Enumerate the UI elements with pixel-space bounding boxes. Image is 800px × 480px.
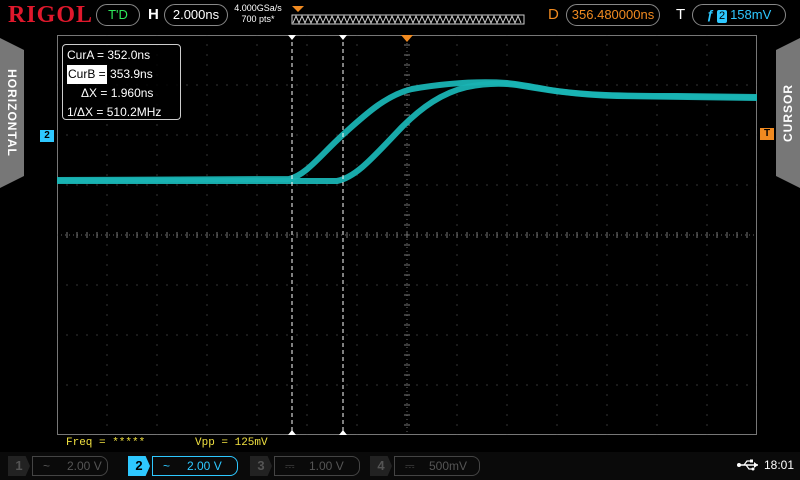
cursor-tab-label: CURSOR bbox=[781, 83, 795, 143]
cursor-row-delta: ΔX = 1.960ns bbox=[67, 84, 176, 103]
cursor-b-bottom-arrow bbox=[339, 430, 347, 435]
top-status-bar: RIGOL T'D H 2.000ns 4.000GSa/s 700 pts* … bbox=[0, 0, 800, 32]
channel-2-settings: ~2.00 V bbox=[152, 456, 238, 476]
cursor-a-bottom-arrow bbox=[288, 430, 296, 435]
ac-coupling-icon: ~ bbox=[43, 459, 51, 473]
delay-readout[interactable]: 356.480000ns bbox=[566, 4, 660, 26]
trigger-position-icon bbox=[292, 6, 304, 12]
channel-3-number: 3 bbox=[250, 456, 272, 476]
trigger-label: T bbox=[676, 6, 686, 23]
cursor-a-top-arrow bbox=[288, 35, 296, 40]
trigger-level-marker[interactable]: T bbox=[760, 128, 774, 140]
channel-3-button[interactable]: 3 ⎓ 1.00 V bbox=[250, 456, 360, 476]
run-status-badge[interactable]: T'D bbox=[96, 4, 140, 26]
channel-2-scale: 2.00 V bbox=[187, 459, 222, 473]
channel-4-scale: 500mV bbox=[429, 459, 468, 473]
cursor-menu-tab[interactable]: CURSOR bbox=[776, 38, 800, 188]
measurement-readouts: Freq = ***** Vpp = 125mV bbox=[0, 437, 800, 451]
memory-depth: 700 pts* bbox=[241, 14, 275, 24]
trigger-position-marker bbox=[401, 35, 413, 42]
channel-4-number: 4 bbox=[370, 456, 392, 476]
dc-coupling-icon: ⎓ bbox=[405, 459, 415, 473]
vpp-measurement: Vpp = 125mV bbox=[195, 437, 268, 449]
channel-1-settings: ~2.00 V bbox=[32, 456, 108, 476]
cursor-b-label[interactable]: CurB = bbox=[67, 65, 107, 84]
channel-3-settings: ⎓ 1.00 V bbox=[274, 456, 360, 476]
cursor-row-b[interactable]: CurB = 353.9ns bbox=[67, 65, 176, 84]
horizontal-label: H bbox=[148, 6, 159, 23]
channel-1-button[interactable]: 1 ~2.00 V bbox=[8, 456, 108, 476]
dc-coupling-icon: ⎓ bbox=[285, 459, 295, 473]
system-clock: 18:01 bbox=[764, 458, 795, 472]
trigger-source-badge: 2 bbox=[716, 10, 728, 23]
delay-label: D bbox=[548, 6, 559, 23]
inverse-delta-x-value: 510.2MHz bbox=[106, 105, 162, 119]
horizontal-tab-label: HORIZONTAL bbox=[5, 69, 19, 157]
sample-rate-readout: 4.000GSa/s 700 pts* bbox=[232, 3, 284, 25]
usb-icon bbox=[737, 459, 758, 471]
sample-rate: 4.000GSa/s bbox=[234, 3, 282, 13]
delta-x-label: ΔX = bbox=[81, 86, 108, 100]
cursor-row-inverse: 1/ΔX = 510.2MHz bbox=[67, 103, 176, 122]
frequency-measurement: Freq = ***** bbox=[66, 437, 146, 449]
inverse-delta-x-label: 1/ΔX = bbox=[67, 105, 104, 119]
channel-2-number: 2 bbox=[128, 456, 150, 476]
channel-1-scale: 2.00 V bbox=[67, 459, 102, 473]
channel-4-button[interactable]: 4 ⎓ 500mV bbox=[370, 456, 480, 476]
rising-edge-icon: ƒ bbox=[706, 7, 714, 22]
channel-1-number: 1 bbox=[8, 456, 30, 476]
delta-x-value: 1.960ns bbox=[110, 86, 154, 100]
trigger-readout[interactable]: ƒ 2 158mV bbox=[692, 4, 786, 26]
channel-2-offset-marker[interactable]: 2 bbox=[40, 130, 54, 142]
horizontal-menu-tab[interactable]: HORIZONTAL bbox=[0, 38, 24, 188]
cursor-row-a: CurA = 352.0ns bbox=[67, 46, 176, 65]
cursor-readout-panel: CurA = 352.0ns CurB = 353.9ns ΔX = 1.960… bbox=[62, 44, 181, 120]
timebase-readout[interactable]: 2.000ns bbox=[164, 4, 228, 26]
memory-waveform bbox=[292, 14, 522, 25]
trigger-level: 158mV bbox=[730, 7, 772, 22]
memory-position-bar[interactable] bbox=[290, 4, 526, 26]
brand-logo: RIGOL bbox=[8, 2, 94, 28]
cursor-a-label: CurA = bbox=[67, 48, 105, 62]
cursor-b-top-arrow bbox=[339, 35, 347, 40]
channel-2-button[interactable]: 2 ~2.00 V bbox=[128, 456, 238, 476]
channel-status-bar: 1 ~2.00 V 2 ~2.00 V 3 ⎓ 1.00 V 4 ⎓ 500mV bbox=[0, 452, 800, 480]
channel-4-settings: ⎓ 500mV bbox=[394, 456, 480, 476]
cursor-b-value: 353.9ns bbox=[110, 67, 153, 81]
cursor-a-value: 352.0ns bbox=[107, 48, 151, 62]
ac-coupling-icon: ~ bbox=[163, 459, 171, 473]
channel-3-scale: 1.00 V bbox=[309, 459, 344, 473]
